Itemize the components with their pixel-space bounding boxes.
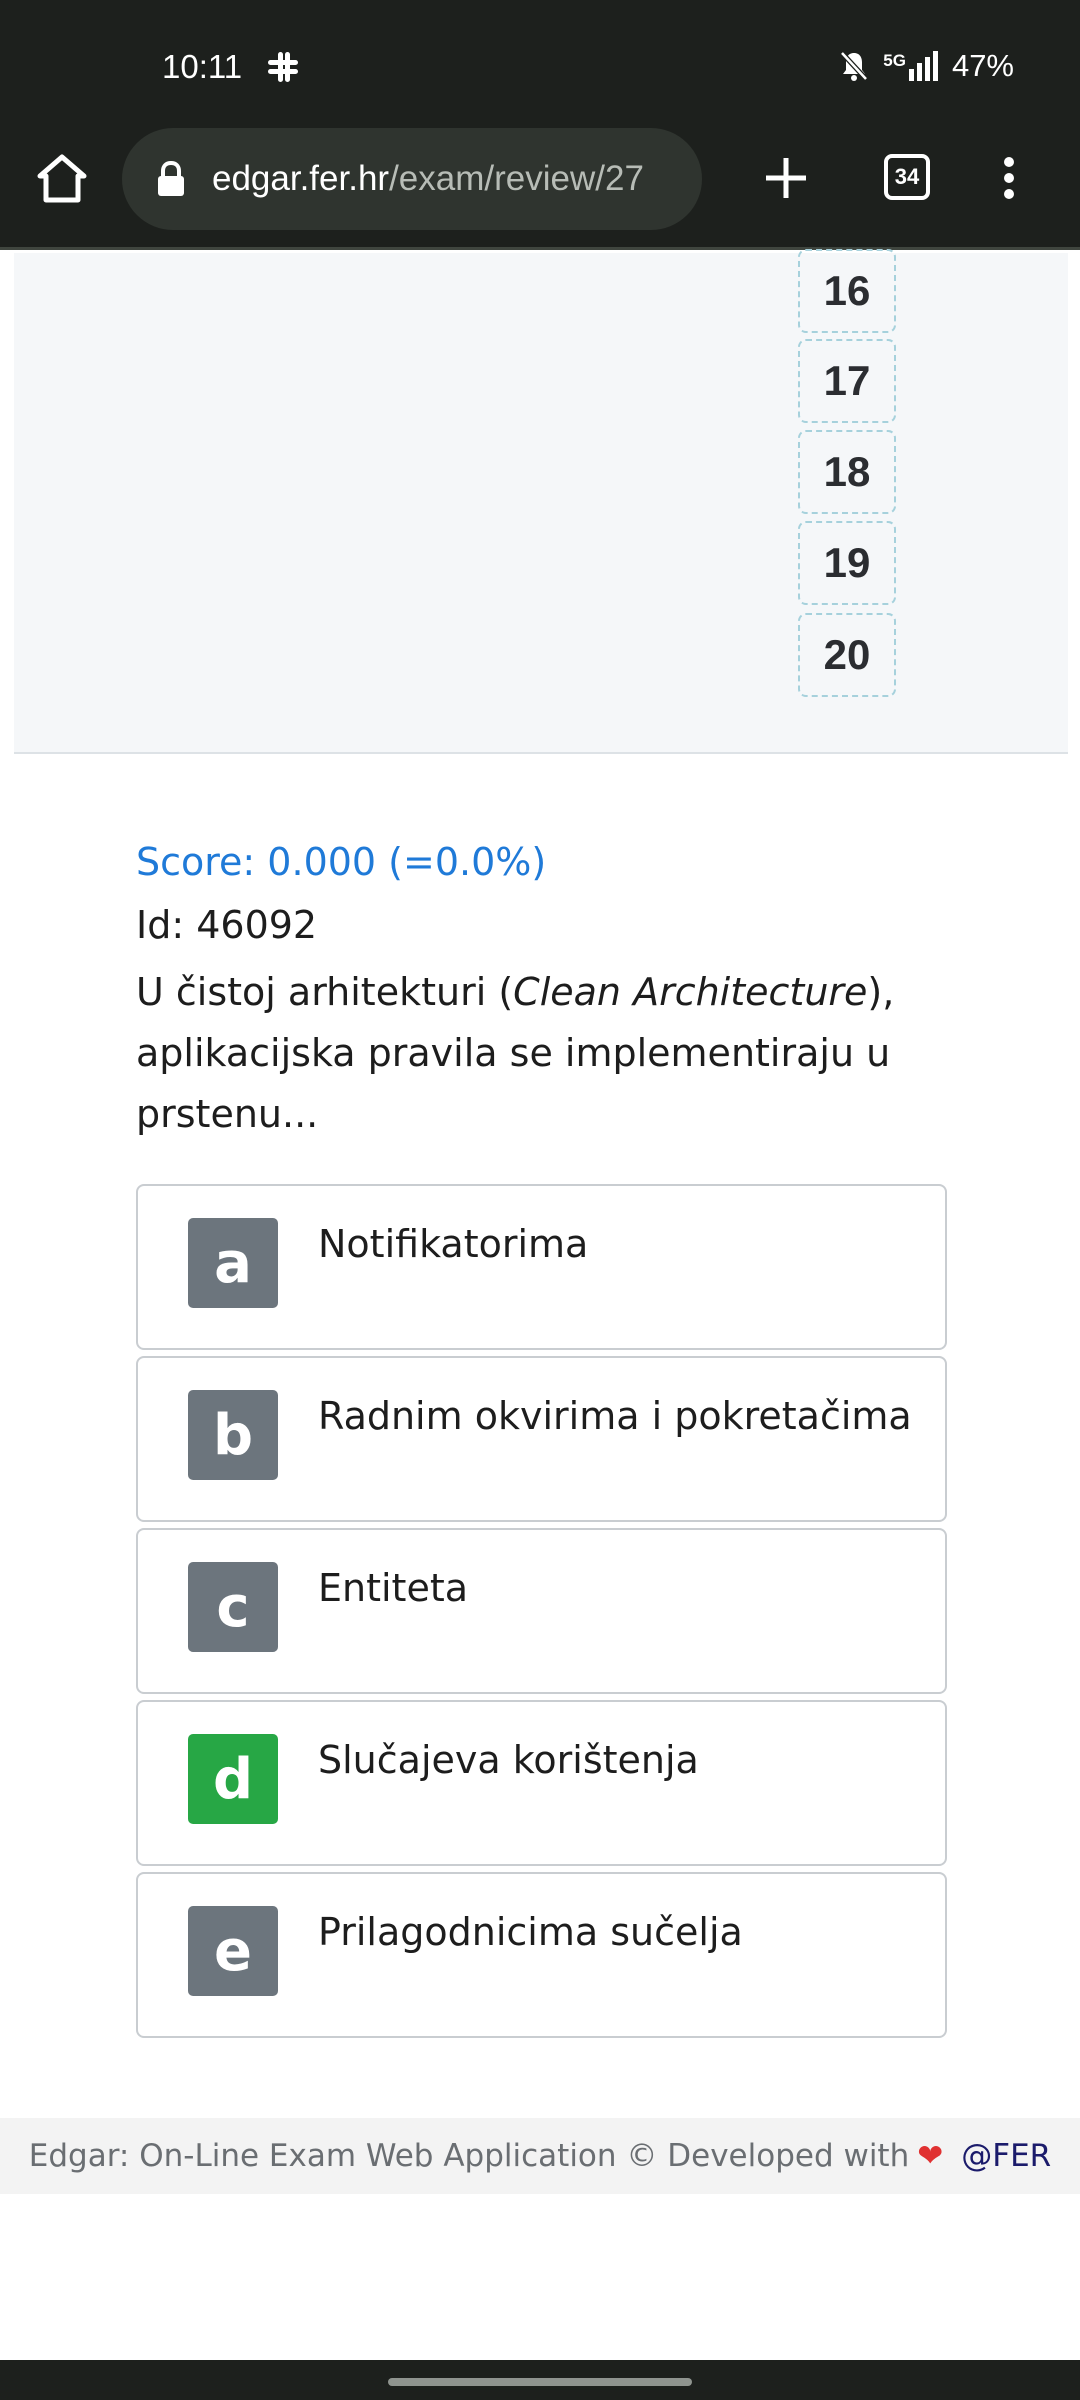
question-text: U čistoj arhitekturi (Clean Architecture…: [136, 962, 956, 1145]
url-text: edgar.fer.hr/exam/review/27: [212, 159, 644, 199]
footer-fer-link[interactable]: @FER: [961, 2138, 1051, 2174]
battery-level: 47%: [951, 48, 1014, 83]
question-text-part: U čistoj arhitekturi (: [136, 970, 514, 1014]
lock-icon: [158, 161, 184, 196]
answer-option-d[interactable]: d Slučajeva korištenja: [136, 1700, 947, 1866]
url-domain: edgar.fer.hr: [212, 159, 390, 198]
tab-switcher-button[interactable]: 34: [884, 154, 930, 200]
status-bar: 10:11 5G 47%: [0, 0, 1080, 128]
answer-text: Entiteta: [318, 1566, 469, 1610]
question-id: Id: 46092: [136, 903, 318, 947]
answer-option-c[interactable]: c Entiteta: [136, 1528, 947, 1694]
answer-letter: b: [188, 1390, 278, 1480]
answer-letter-correct: d: [188, 1734, 278, 1824]
answer-option-b[interactable]: b Radnim okvirima i pokretačima: [136, 1356, 947, 1522]
page-footer: Edgar: On-Line Exam Web Application © De…: [0, 2118, 1080, 2194]
url-path: /exam/review/27: [389, 159, 644, 198]
new-tab-icon[interactable]: [758, 150, 814, 206]
answer-option-e[interactable]: e Prilagodnicima sučelja: [136, 1872, 947, 2038]
score-text: Score: 0.000 (=0.0%): [136, 840, 547, 884]
gesture-handle[interactable]: [388, 2378, 692, 2386]
answer-text: Slučajeva korištenja: [318, 1738, 699, 1782]
mute-bell-icon: [840, 51, 869, 81]
address-bar[interactable]: edgar.fer.hr/exam/review/27: [122, 128, 702, 230]
heart-icon: ❤: [917, 2138, 944, 2174]
question-nav-19[interactable]: 19: [798, 521, 896, 605]
answer-letter: a: [188, 1218, 278, 1308]
network-type: 5G: [883, 51, 906, 70]
answer-text: Notifikatorima: [318, 1222, 589, 1266]
question-nav-17[interactable]: 17: [798, 339, 896, 423]
question-nav-panel: 16 17 18 19 20: [14, 249, 1068, 754]
answer-letter: c: [188, 1562, 278, 1652]
answer-text: Radnim okvirima i pokretačima: [318, 1394, 912, 1438]
answer-text: Prilagodnicima sučelja: [318, 1910, 743, 1954]
home-icon[interactable]: [34, 150, 90, 206]
question-text-emphasis: Clean Architecture: [513, 970, 868, 1014]
question-nav-18[interactable]: 18: [798, 430, 896, 514]
slack-icon: [268, 52, 298, 82]
more-menu-icon[interactable]: [996, 150, 1022, 206]
system-nav-bar: [0, 2360, 1080, 2400]
answer-option-a[interactable]: a Notifikatorima: [136, 1184, 947, 1350]
footer-text: Edgar: On-Line Exam Web Application © De…: [28, 2138, 910, 2174]
question-nav-16[interactable]: 16: [798, 249, 896, 333]
status-time: 10:11: [162, 48, 243, 85]
question-nav-20[interactable]: 20: [798, 613, 896, 697]
signal-icon: 5G: [883, 51, 938, 81]
answer-letter: e: [188, 1906, 278, 1996]
browser-toolbar: edgar.fer.hr/exam/review/27 34: [0, 128, 1080, 250]
